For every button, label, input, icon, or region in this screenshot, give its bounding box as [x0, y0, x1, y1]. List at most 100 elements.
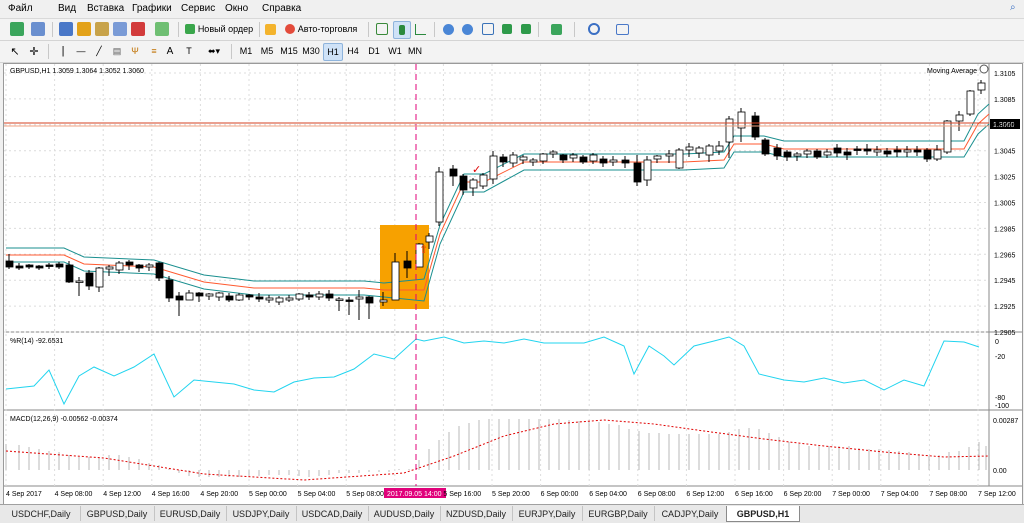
chart-shift-icon[interactable] — [518, 21, 534, 37]
menu-charts[interactable]: Графики — [132, 3, 172, 14]
candle-body — [833, 147, 842, 154]
time-tick-label: 2017.09.05 14:00 — [387, 491, 442, 498]
chart-tab[interactable]: GBPUSD,H1 — [726, 506, 800, 522]
cursor-icon[interactable]: ↖ — [8, 43, 22, 59]
auto-trading-button[interactable]: Авто-торговля — [280, 21, 362, 37]
price-tick-label: 1.3105 — [994, 71, 1016, 78]
price-axis: 1.3105 1.3085 1.3065 1.3045 1.3025 1.3005 1.29… — [994, 71, 1016, 337]
chart-tab[interactable]: GBPUSD,Daily — [80, 506, 155, 521]
timeframe-h4[interactable]: H4 — [344, 43, 362, 59]
timeframe-mn[interactable]: MN — [406, 43, 424, 59]
time-tick-label: 4 Sep 12:00 — [103, 491, 141, 498]
crosshair-icon[interactable]: ✛ — [27, 43, 41, 59]
tile-windows-icon[interactable] — [480, 21, 496, 37]
time-tick-label: 7 Sep 00:00 — [832, 491, 870, 498]
timeframe-h1[interactable]: H1 — [323, 43, 343, 61]
strategy-tester-icon[interactable] — [150, 21, 174, 37]
new-chart-icon[interactable] — [6, 21, 28, 37]
macd-tick-label: 0.00 — [993, 468, 1007, 475]
chart-window[interactable]: ⇧ ✓ 1.3060 GBPUSD,H1 1.3059 1.3064 1.305… — [3, 63, 1023, 505]
chart-tab[interactable]: EURGBP,Daily — [582, 506, 655, 521]
zoom-in-icon[interactable] — [440, 21, 456, 37]
indicators-icon[interactable] — [545, 21, 567, 37]
chart-tab[interactable]: EURJPY,Daily — [512, 506, 583, 521]
candle-body — [715, 145, 724, 152]
menu-window[interactable]: Окно — [225, 3, 248, 14]
search-icon[interactable]: ⌕ — [1010, 2, 1016, 13]
candle-body — [85, 272, 94, 287]
line-chart-icon[interactable] — [412, 21, 428, 37]
time-tick-label: 5 Sep 08:00 — [346, 491, 384, 498]
candle-body — [499, 156, 508, 163]
candle-body — [653, 155, 662, 160]
arrows-icon[interactable]: ⬌▾ — [203, 43, 225, 59]
price-tick-label: 1.2985 — [994, 226, 1016, 233]
candle-body — [695, 147, 704, 154]
market-watch-icon[interactable] — [58, 21, 74, 37]
candle-body — [325, 293, 334, 299]
lower-band-line — [6, 123, 990, 302]
timeframe-m1[interactable]: M1 — [237, 43, 255, 59]
price-tick-label: 1.3045 — [994, 149, 1016, 156]
tester-icon[interactable] — [130, 21, 146, 37]
candle-body — [793, 153, 802, 157]
templates-icon[interactable] — [611, 21, 633, 37]
fibonacci-fan-icon[interactable]: ≡ — [147, 43, 161, 59]
price-tick-label: 1.2925 — [994, 304, 1016, 311]
timeframe-m30[interactable]: M30 — [301, 43, 321, 59]
candle-body — [903, 149, 912, 153]
menu-tools[interactable]: Сервис — [181, 3, 215, 14]
profiles-icon[interactable] — [30, 21, 46, 37]
chart-tab[interactable]: USDCHF,Daily — [2, 506, 81, 521]
auto-scroll-icon[interactable] — [499, 21, 515, 37]
horizontal-line-icon[interactable]: — — [74, 43, 88, 59]
zoom-out-icon[interactable] — [459, 21, 475, 37]
timeframe-m15[interactable]: M15 — [279, 43, 299, 59]
trend-line-icon[interactable]: ╱ — [92, 43, 106, 59]
fibonacci-icon[interactable]: Ψ — [128, 43, 142, 59]
candle-body — [589, 154, 598, 162]
candle-body — [403, 260, 412, 269]
candlestick-icon[interactable] — [393, 21, 411, 39]
menu-help[interactable]: Справка — [262, 3, 301, 14]
chart-tab[interactable]: NZDUSD,Daily — [440, 506, 513, 521]
candle-body — [539, 153, 548, 162]
macd-axis: 0.00287 0.00 — [993, 418, 1018, 475]
chart-tab[interactable]: USDJPY,Daily — [226, 506, 297, 521]
periods-icon[interactable] — [583, 21, 605, 37]
chart-tab[interactable]: EURUSD,Daily — [154, 506, 227, 521]
candle-body — [509, 154, 518, 164]
menu-file[interactable]: Файл — [8, 3, 33, 14]
time-tick-label: 6 Sep 20:00 — [784, 491, 822, 498]
menu-view[interactable]: Вид — [58, 3, 76, 14]
vertical-line-icon[interactable]: | — [57, 43, 69, 59]
navigator-icon[interactable] — [94, 21, 110, 37]
equidistant-channel-icon[interactable]: ▤ — [110, 43, 124, 59]
text-label-icon[interactable]: T — [182, 43, 196, 59]
new-order-button[interactable]: Новый ордер — [182, 21, 256, 37]
text-tool-icon[interactable]: A — [164, 43, 176, 59]
candle-body — [35, 265, 44, 269]
menu-insert[interactable]: Вставка — [87, 3, 124, 14]
time-tick-label: 5 Sep 04:00 — [298, 491, 336, 498]
time-tick-label: 6 Sep 08:00 — [638, 491, 676, 498]
bar-chart-icon[interactable] — [374, 21, 390, 37]
candle-body — [165, 279, 174, 299]
candle-body — [569, 154, 578, 159]
candle-body — [155, 262, 164, 279]
chart-tab[interactable]: USDCAD,Daily — [296, 506, 369, 521]
candle-body — [125, 261, 134, 266]
timeframe-d1[interactable]: D1 — [365, 43, 383, 59]
meta-editor-icon[interactable] — [263, 21, 277, 37]
candle-body — [295, 293, 304, 300]
chart-tab[interactable]: CADJPY,Daily — [654, 506, 727, 521]
close-indicator-icon[interactable] — [979, 64, 989, 74]
indicator-bands — [6, 103, 990, 302]
candle-body — [705, 145, 714, 156]
timeframe-w1[interactable]: W1 — [386, 43, 404, 59]
chart-canvas[interactable]: ⇧ ✓ 1.3060 GBPUSD,H1 1.3059 1.3064 1.305… — [4, 64, 1022, 504]
terminal-icon[interactable] — [112, 21, 128, 37]
data-window-icon[interactable] — [76, 21, 92, 37]
chart-tab[interactable]: AUDUSD,Daily — [368, 506, 441, 521]
timeframe-m5[interactable]: M5 — [258, 43, 276, 59]
